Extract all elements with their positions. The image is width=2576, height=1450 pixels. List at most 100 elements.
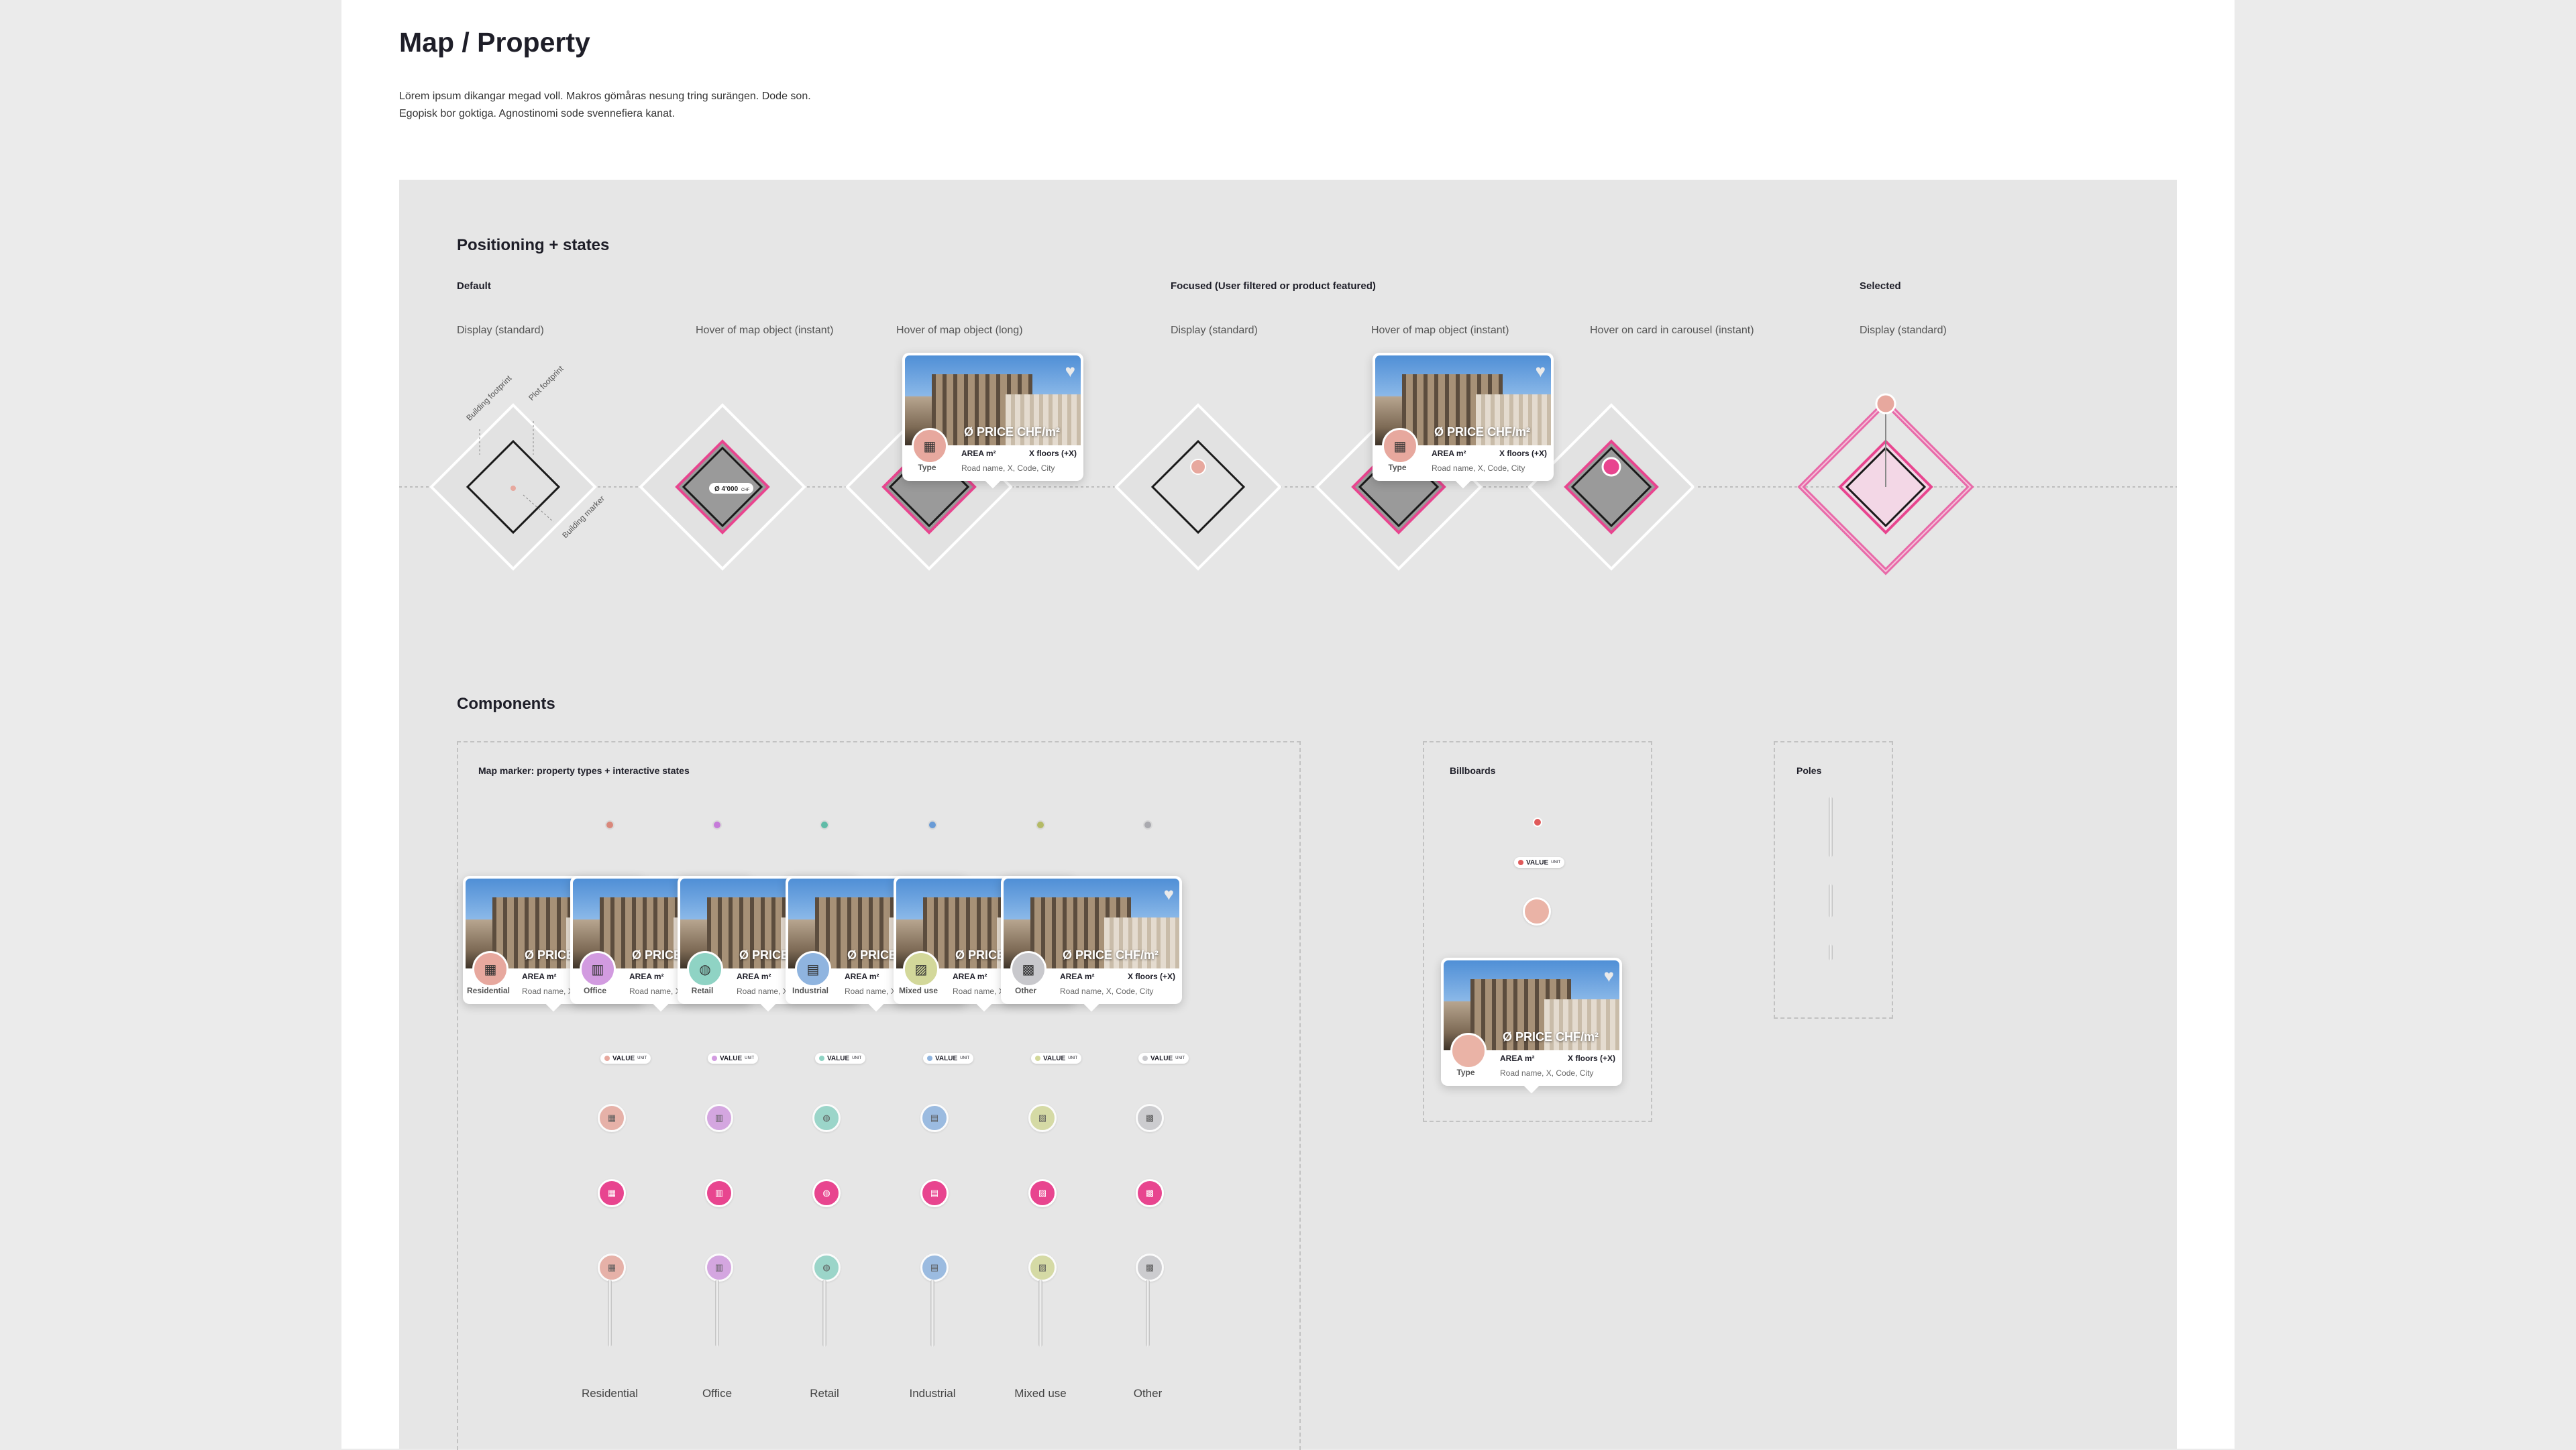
office-icon[interactable]: ▥ [705,1104,733,1132]
residential-icon: ▦ [472,951,508,987]
marker-dot[interactable] [928,820,937,830]
office-icon: ▥ [580,951,616,987]
pole-short [1829,944,1833,960]
state-label: Display (standard) [1860,325,1947,336]
state-carousel-hover [1527,403,1695,571]
residential-icon[interactable]: ▦ [598,1253,626,1282]
card-area: AREA m² [1432,449,1466,458]
marker-dot[interactable] [605,820,614,830]
residential-icon[interactable]: ▦ [598,1179,626,1207]
retail-icon[interactable]: ◍ [812,1179,841,1207]
page-title: Map / Property [399,27,590,58]
marker-value-pill[interactable]: VALUE UNIT [1031,1053,1082,1064]
property-card[interactable]: Ø PRICE CHF/m² ♥ ▦ Type AREA m² X floors… [1373,353,1554,489]
billboards-title: Billboards [1450,765,1496,776]
hover-unit: CHF [741,488,750,492]
office-icon[interactable]: ▥ [705,1179,733,1207]
group-focused: Focused (User filtered or product featur… [1171,280,1376,292]
type-name: Other [1133,1387,1163,1400]
property-card[interactable]: Ø PRICE CHF/m² ♥ ▦ Type AREA m² X floors… [902,353,1083,489]
marker-dot[interactable] [712,820,722,830]
billboard-value-pill[interactable]: VALUE UNIT [1514,857,1565,868]
mixed-use-icon[interactable]: ▨ [1028,1253,1057,1282]
state-label: Hover on card in carousel (instant) [1590,325,1754,336]
residential-icon: ▦ [912,428,948,464]
card-area: AREA m² [629,972,664,981]
marker-value-pill[interactable]: VALUE UNIT [708,1053,759,1064]
card-price: Ø PRICE CHF/m² [1503,1030,1599,1044]
marker-pole [1146,1280,1150,1347]
card-area: AREA m² [522,972,557,981]
group-selected: Selected [1860,280,1901,292]
industrial-icon[interactable]: ▤ [920,1179,949,1207]
residential-icon[interactable]: ▦ [598,1104,626,1132]
retail-icon[interactable]: ◍ [812,1253,841,1282]
other-icon[interactable]: ▩ [1136,1104,1164,1132]
heart-icon[interactable]: ♥ [1164,884,1174,905]
marker-value-pill[interactable]: VALUE UNIT [815,1053,866,1064]
intro-line: Egopisk bor goktiga. Agnostinomi sode sv… [399,108,675,119]
type-name: Residential [581,1387,639,1400]
other-icon[interactable]: ▩ [1136,1179,1164,1207]
marker-value-pill[interactable]: VALUE UNIT [600,1053,651,1064]
heart-icon[interactable]: ♥ [1604,966,1614,987]
card-address: Road name, X, Code, City [1500,1068,1594,1078]
card-floors: X floors (+X) [1028,449,1077,458]
other-icon: ▩ [1010,951,1046,987]
card-type: Type [1456,1068,1475,1077]
heart-icon[interactable]: ♥ [1065,361,1075,382]
intro-text: Lörem ipsum dikangar megad voll. Makros … [399,88,811,123]
marker-dot[interactable] [1036,820,1045,830]
card-area: AREA m² [953,972,987,981]
marker-box [457,741,1301,1450]
state-label: Display (standard) [1171,325,1258,336]
property-card[interactable]: Ø PRICE CHF/m² ♥ ▩ Other AREA m² X floor… [1001,876,1182,1012]
marker-box-title: Map marker: property types + interactive… [478,765,690,776]
poles-title: Poles [1796,765,1822,776]
group-default: Default [457,280,491,292]
card-area: AREA m² [845,972,879,981]
type-name: Mixed use [1014,1387,1067,1400]
state-label: Display (standard) [457,325,544,336]
marker-value-pill[interactable]: VALUE UNIT [923,1053,974,1064]
state-default: Building footprint Plot footprint Buildi… [429,364,606,571]
card-floors: X floors (+X) [1567,1054,1615,1063]
residential-icon [1450,1033,1487,1069]
billboard-pin[interactable] [1523,897,1551,926]
card-area: AREA m² [961,449,996,458]
marker-pole [1038,1280,1042,1347]
billboard-card[interactable]: Ø PRICE CHF/m² ♥ Type AREA m² X floors (… [1441,958,1622,1094]
positioning-diagram: Building footprint Plot footprint Buildi… [399,364,2177,575]
card-floors: X floors (+X) [1499,449,1547,458]
card-price: Ø PRICE CHF/m² [964,425,1061,439]
mixed-use-icon[interactable]: ▨ [1028,1104,1057,1132]
residential-icon: ▦ [1382,428,1418,464]
documentation-canvas: Positioning + states Default Focused (Us… [399,180,2177,1450]
mixed-use-icon[interactable]: ▨ [1028,1179,1057,1207]
state-hover-instant: Ø 4'000 CHF [639,403,806,571]
card-address: Road name, X, Code, City [1432,463,1525,473]
type-name: Retail [810,1387,839,1400]
hover-value: Ø 4'000 [714,486,739,493]
heart-icon[interactable]: ♥ [1536,361,1546,382]
card-type: Industrial [792,986,828,995]
marker-pole [608,1280,612,1347]
marker-dot[interactable] [820,820,829,830]
office-icon[interactable]: ▥ [705,1253,733,1282]
billboard-dot[interactable] [1533,818,1542,827]
industrial-icon[interactable]: ▤ [920,1253,949,1282]
marker-value-pill[interactable]: VALUE UNIT [1138,1053,1189,1064]
poles-box [1774,741,1893,1019]
pole-medium [1829,884,1833,917]
industrial-icon[interactable]: ▤ [920,1104,949,1132]
retail-icon[interactable]: ◍ [812,1104,841,1132]
marker-dot[interactable] [1143,820,1152,830]
card-price: Ø PRICE CHF/m² [1063,948,1159,962]
card-type: Retail [691,986,714,995]
mixed-use-icon: ▨ [903,951,939,987]
card-type: Mixed use [898,986,938,995]
card-price: Ø PRICE CHF/m² [1434,425,1531,439]
card-type: Type [918,463,936,472]
card-type: Residential [467,986,511,995]
other-icon[interactable]: ▩ [1136,1253,1164,1282]
